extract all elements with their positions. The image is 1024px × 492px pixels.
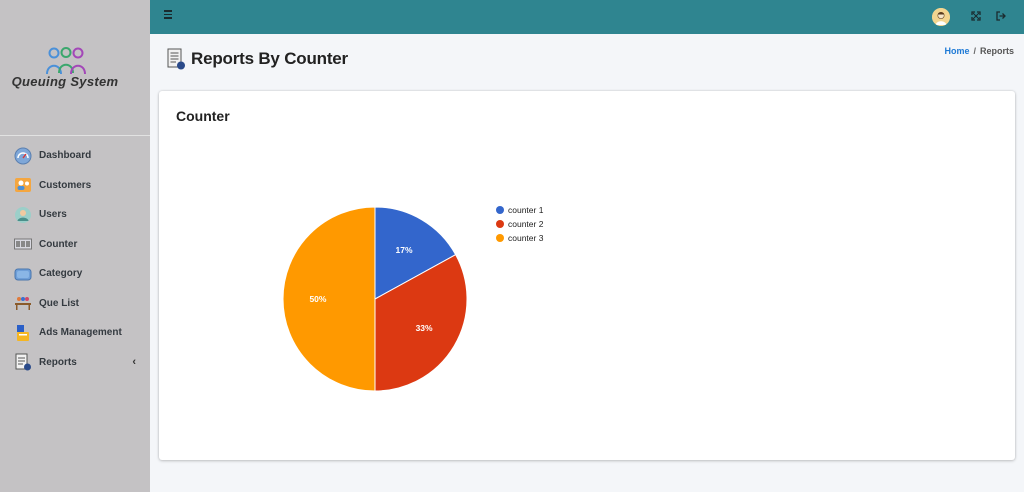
sidebar-item-category[interactable]: Category — [0, 259, 150, 289]
avatar[interactable] — [932, 8, 950, 26]
legend-marker — [496, 234, 504, 242]
legend-label[interactable]: counter 3 — [508, 233, 544, 243]
brand-name: Queuing System — [11, 74, 119, 89]
dashboard-icon — [14, 147, 32, 165]
pie-slice-3[interactable] — [282, 206, 376, 392]
brand[interactable]: Queuing System — [0, 0, 150, 136]
ads-management-icon — [17, 324, 29, 341]
brand-logo-icon — [46, 47, 86, 75]
sidebar-item-label: Users — [39, 209, 67, 221]
sidebar: Queuing System Dashboard Customers Users… — [0, 0, 150, 492]
legend-marker — [496, 220, 504, 228]
sidebar-item-users[interactable]: Users — [0, 200, 150, 230]
fullscreen-icon[interactable] — [971, 11, 981, 21]
sidebar-nav: Dashboard Customers Users Counter Catego… — [0, 141, 150, 377]
que-list-icon — [15, 297, 31, 311]
sidebar-item-reports[interactable]: Reports ‹ — [0, 348, 150, 378]
sidebar-item-label: Ads Management — [39, 327, 122, 339]
breadcrumb-home-link[interactable]: Home — [944, 46, 969, 56]
breadcrumb: Home / Reports — [944, 46, 1014, 56]
pie-slice-label: 17% — [396, 245, 413, 255]
sidebar-item-ads-management[interactable]: Ads Management — [0, 318, 150, 348]
legend-label[interactable]: counter 1 — [508, 205, 544, 215]
sidebar-item-dashboard[interactable]: Dashboard — [0, 141, 150, 171]
legend-label[interactable]: counter 2 — [508, 219, 544, 229]
sign-out-icon[interactable] — [996, 11, 1006, 21]
sidebar-item-que-list[interactable]: Que List — [0, 289, 150, 319]
reports-icon — [15, 353, 31, 371]
category-icon — [14, 268, 32, 281]
sidebar-item-counter[interactable]: Counter — [0, 230, 150, 260]
page-title: Reports By Counter — [191, 49, 348, 68]
sidebar-item-customers[interactable]: Customers — [0, 171, 150, 201]
sidebar-item-label: Reports — [39, 356, 77, 368]
legend-marker — [496, 206, 504, 214]
users-icon — [15, 206, 31, 223]
breadcrumb-separator: / — [973, 46, 976, 56]
pie-slice-label: 33% — [416, 323, 433, 333]
report-document-icon — [167, 48, 185, 70]
sidebar-item-label: Dashboard — [39, 150, 92, 162]
breadcrumb-current: Reports — [979, 46, 1014, 56]
sidebar-item-label: Que List — [39, 297, 80, 309]
counter-icon — [14, 238, 32, 250]
report-card: Counter 17% 33% 50% counter 1 counter 2 count… — [159, 91, 1015, 460]
customers-icon — [15, 178, 31, 193]
sidebar-item-label: Counter — [39, 238, 78, 250]
pie-slice-label: 50% — [309, 294, 326, 304]
pie-chart: 17% 33% 50% counter 1 counter 2 counter 3 — [282, 205, 544, 392]
menu-toggle-icon[interactable] — [164, 10, 174, 22]
chevron-left-icon[interactable]: ‹ — [132, 356, 136, 368]
sidebar-item-label: Category — [39, 268, 83, 280]
topbar — [150, 0, 1024, 34]
sidebar-item-label: Customers — [39, 179, 92, 191]
